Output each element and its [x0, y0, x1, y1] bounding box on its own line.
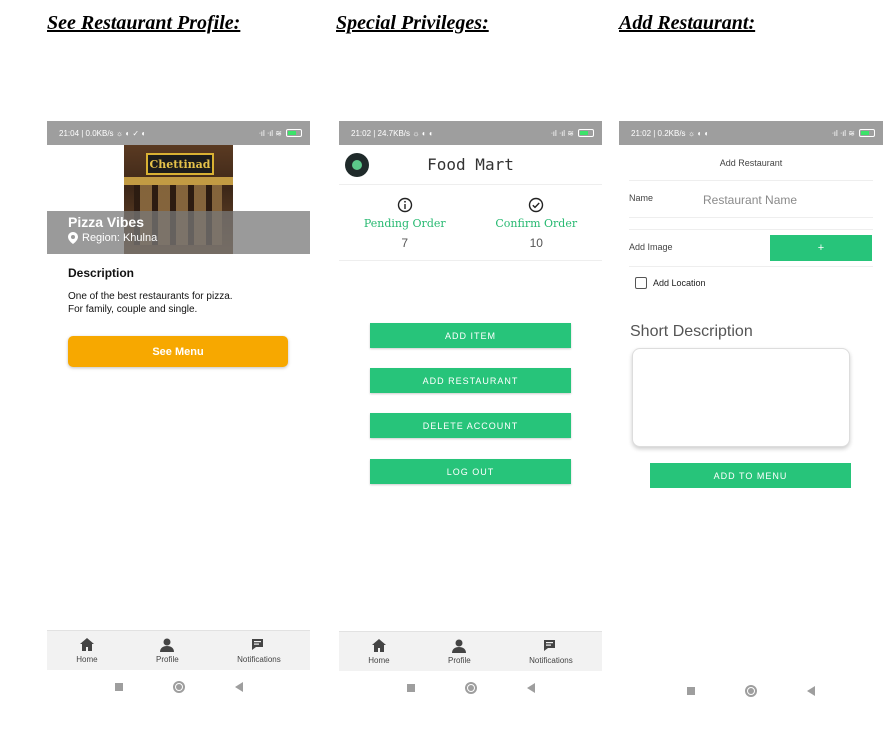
- add-location-label: Add Location: [653, 278, 706, 288]
- pending-order-value: 7: [401, 236, 409, 250]
- status-bar: 21:02 | 24.7KB/s ☼ ◐ ◐ ᐧıl ᐧıl ≋: [339, 121, 602, 145]
- confirm-order-label: Confirm Order: [495, 217, 578, 230]
- nav-profile-label: Profile: [448, 656, 471, 665]
- app-title: Food Mart: [427, 155, 514, 174]
- nav-home-label: Home: [76, 655, 98, 664]
- bottom-nav: Home Profile Notifications: [339, 631, 602, 671]
- chat-icon: [251, 639, 263, 650]
- battery-icon: [859, 129, 875, 137]
- signal-icon: ᐧıl ᐧıl ≋: [550, 128, 574, 138]
- info-icon: [397, 197, 412, 213]
- battery-icon: [286, 129, 302, 137]
- name-label: Name: [629, 193, 654, 203]
- pending-order-label: Pending Order: [363, 217, 446, 230]
- short-description-label: Short Description: [630, 323, 753, 340]
- status-bar: 21:04 | 0.0KB/s ☼ ◐ ✓ ◐ ᐧıl ᐧıl ≋: [47, 121, 310, 145]
- home-circle-icon[interactable]: [464, 682, 477, 694]
- restaurant-name: Pizza Vibes: [68, 214, 145, 230]
- add-to-menu-button[interactable]: ADD TO MENU: [650, 463, 851, 488]
- nav-profile[interactable]: Profile: [448, 638, 471, 665]
- nav-notifications[interactable]: Notifications: [237, 637, 281, 664]
- add-item-button[interactable]: ADD ITEM: [370, 323, 571, 348]
- system-nav-bar: [47, 670, 310, 704]
- restaurant-name-input[interactable]: Restaurant Name: [703, 193, 797, 207]
- bottom-nav: Home Profile Notifications: [47, 630, 310, 670]
- add-location-row: Add Location: [635, 277, 706, 289]
- status-left: 21:02 | 24.7KB/s ☼ ◐ ◐: [351, 128, 434, 138]
- check-circle-icon: [529, 197, 544, 213]
- signal-icon: ᐧıl ᐧıl ≋: [258, 128, 282, 138]
- add-image-button[interactable]: +: [770, 235, 872, 261]
- location-pin-icon: [68, 232, 78, 244]
- nav-notifications-label: Notifications: [529, 656, 573, 665]
- recents-icon[interactable]: [114, 683, 123, 691]
- description-text: One of the best restaurants for pizza. F…: [68, 291, 233, 315]
- system-nav-bar: [339, 671, 602, 705]
- privileges-heading: Special Privileges:: [336, 12, 489, 34]
- see-menu-button[interactable]: See Menu: [68, 336, 288, 367]
- chat-icon: [543, 640, 555, 651]
- nav-profile-label: Profile: [156, 655, 179, 664]
- person-icon: [160, 638, 175, 652]
- add-restaurant-button[interactable]: ADD RESTAURANT: [370, 368, 571, 393]
- special-privileges-screen: 21:02 | 24.7KB/s ☼ ◐ ◐ ᐧıl ᐧıl ≋ Food Ma…: [339, 121, 602, 706]
- add-restaurant-screen: 21:02 | 0.2KB/s ☼ ◐ ◐ ᐧıl ᐧıl ≋ Add Rest…: [619, 121, 883, 706]
- app-bar: Food Mart: [339, 145, 602, 185]
- restaurant-hero: Chettinad Pizza Vibes Region: Khulna: [47, 145, 310, 254]
- status-left: 21:02 | 0.2KB/s ☼ ◐ ◐: [631, 128, 710, 138]
- home-circle-icon[interactable]: [172, 681, 185, 693]
- region-row: Region: Khulna: [68, 232, 289, 244]
- region-text: Region: Khulna: [82, 232, 158, 244]
- status-left: 21:04 | 0.0KB/s ☼ ◐ ✓ ◐: [59, 128, 147, 138]
- add-restaurant-heading: Add Restaurant:: [619, 12, 756, 34]
- back-icon[interactable]: [807, 686, 815, 696]
- signal-icon: ᐧıl ᐧıl ≋: [831, 128, 855, 138]
- back-icon[interactable]: [234, 682, 243, 692]
- battery-icon: [578, 129, 594, 137]
- status-bar: 21:02 | 0.2KB/s ☼ ◐ ◐ ᐧıl ᐧıl ≋: [619, 121, 883, 145]
- nav-notifications[interactable]: Notifications: [529, 638, 573, 665]
- back-icon[interactable]: [526, 683, 535, 693]
- description-title: Description: [68, 266, 135, 280]
- hero-overlay: Pizza Vibes Region: Khulna: [47, 211, 310, 254]
- photo-sign: Chettinad: [146, 153, 214, 175]
- nav-notifications-label: Notifications: [237, 655, 281, 664]
- restaurant-profile-screen: 21:04 | 0.0KB/s ☼ ◐ ✓ ◐ ᐧıl ᐧıl ≋ Chetti…: [47, 121, 310, 706]
- recents-icon[interactable]: [406, 684, 415, 692]
- delete-account-button[interactable]: DELETE ACCOUNT: [370, 413, 571, 438]
- profile-heading: See Restaurant Profile:: [47, 12, 241, 34]
- home-icon: [371, 639, 386, 652]
- add-image-label: Add Image: [629, 242, 673, 252]
- nav-profile[interactable]: Profile: [156, 637, 179, 664]
- confirm-order-value: 10: [529, 236, 543, 250]
- nav-home-label: Home: [368, 656, 390, 665]
- app-logo-icon: [345, 153, 369, 177]
- short-description-input[interactable]: [632, 348, 850, 447]
- pending-order[interactable]: Pending Order 7: [339, 191, 471, 260]
- recents-icon[interactable]: [687, 687, 695, 695]
- confirm-order[interactable]: Confirm Order 10: [471, 191, 603, 260]
- nav-home[interactable]: Home: [76, 637, 98, 664]
- name-row: Name Restaurant Name: [629, 193, 873, 207]
- home-icon: [79, 638, 94, 651]
- page-title: Add Restaurant: [719, 158, 783, 168]
- order-summary: Pending Order 7 Confirm Order 10: [339, 191, 602, 261]
- log-out-button[interactable]: LOG OUT: [370, 459, 571, 484]
- system-nav-bar: [619, 674, 883, 706]
- home-circle-icon[interactable]: [745, 685, 757, 697]
- nav-home[interactable]: Home: [368, 638, 390, 665]
- person-icon: [452, 639, 467, 653]
- add-location-checkbox[interactable]: [635, 277, 647, 289]
